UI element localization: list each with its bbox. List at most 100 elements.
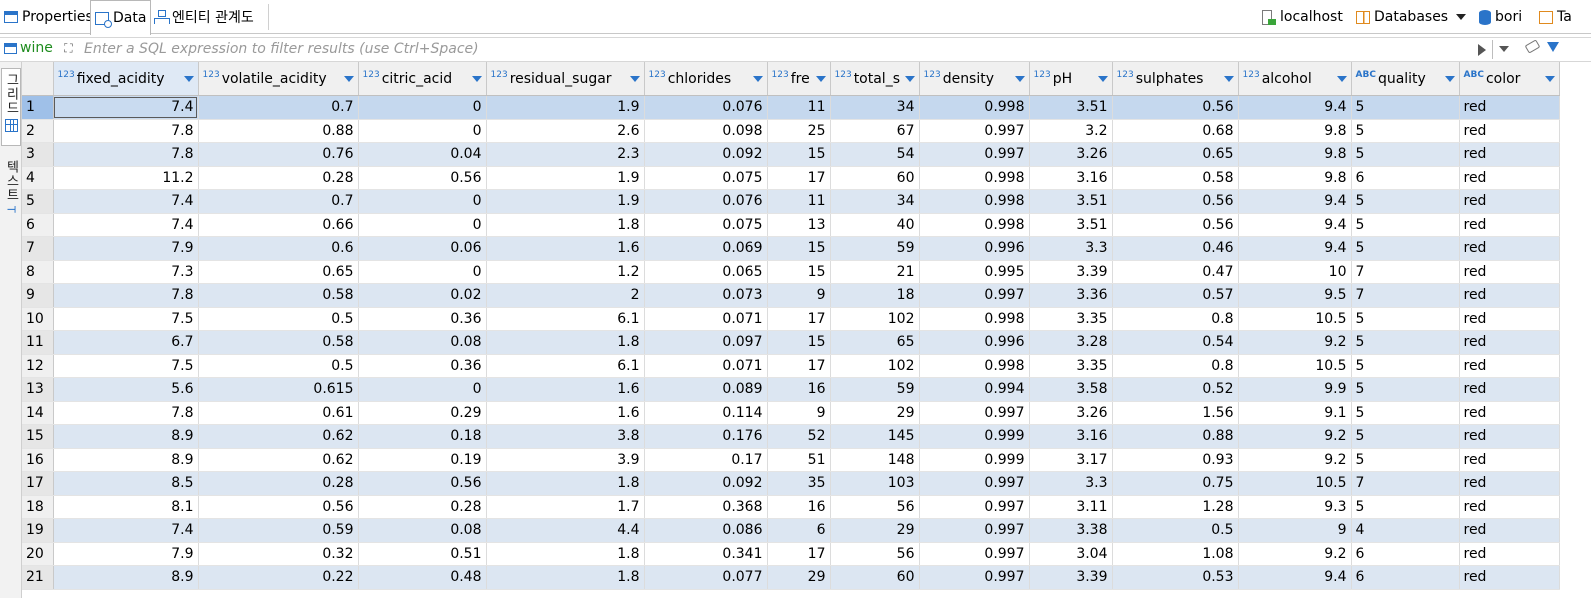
cell-fre[interactable]: 15 xyxy=(767,330,831,355)
cell-quality[interactable]: 6 xyxy=(1351,166,1460,190)
cell-residual-sugar[interactable]: 1.9 xyxy=(486,95,645,120)
database-selector[interactable]: bori xyxy=(1479,0,1522,34)
cell-fixed-acidity[interactable]: 7.8 xyxy=(53,119,199,143)
cell-fixed-acidity[interactable]: 7.8 xyxy=(53,142,199,167)
cell-residual-sugar[interactable]: 1.8 xyxy=(486,330,645,355)
cell-citric-acid[interactable]: 0.02 xyxy=(358,283,487,308)
cell-chlorides[interactable]: 0.076 xyxy=(644,189,768,214)
cell-residual-sugar[interactable]: 2.3 xyxy=(486,142,645,167)
column-header-color[interactable]: ABC color xyxy=(1459,62,1560,96)
cell-chlorides[interactable]: 0.075 xyxy=(644,213,768,237)
column-header-fre[interactable]: 123 fre xyxy=(767,62,831,96)
cell-quality[interactable]: 5 xyxy=(1351,377,1460,402)
cell-sulphates[interactable]: 0.65 xyxy=(1112,142,1239,167)
cell-fre[interactable]: 13 xyxy=(767,213,831,237)
cell-fre[interactable]: 15 xyxy=(767,142,831,167)
cell-citric-acid[interactable]: 0.36 xyxy=(358,307,487,331)
cell-fixed-acidity[interactable]: 7.4 xyxy=(53,518,199,543)
cell-volatile-acidity[interactable]: 0.65 xyxy=(198,260,359,284)
table-row[interactable]: 11 6.7 0.58 0.08 1.8 0.097 15 65 0.996 3.28 0.54 9.… xyxy=(22,330,1560,355)
table-row[interactable]: 6 7.4 0.66 0 1.8 0.075 13 40 0.998 3.51 0.56 9.4 5 re… xyxy=(22,213,1560,237)
row-number[interactable]: 11 xyxy=(22,330,54,355)
cell-quality[interactable]: 5 xyxy=(1351,142,1460,167)
column-header-density[interactable]: 123 density xyxy=(919,62,1030,96)
row-number[interactable]: 20 xyxy=(22,542,54,566)
cell-color[interactable]: red xyxy=(1459,518,1560,543)
row-number[interactable]: 14 xyxy=(22,401,54,425)
cell-residual-sugar[interactable]: 2 xyxy=(486,283,645,308)
row-number[interactable]: 21 xyxy=(22,565,54,590)
cell-fixed-acidity[interactable]: 7.3 xyxy=(53,260,199,284)
table-row[interactable]: 8 7.3 0.65 0 1.2 0.065 15 21 0.995 3.39 0.47 10 7 red xyxy=(22,260,1560,284)
cell-fre[interactable]: 17 xyxy=(767,542,831,566)
cell-residual-sugar[interactable]: 1.9 xyxy=(486,189,645,214)
cell-quality[interactable]: 5 xyxy=(1351,448,1460,472)
cell-alcohol[interactable]: 9.8 xyxy=(1238,166,1352,190)
cell-fre[interactable]: 16 xyxy=(767,495,831,519)
cell-volatile-acidity[interactable]: 0.62 xyxy=(198,448,359,472)
cell-density[interactable]: 0.997 xyxy=(919,495,1030,519)
cell-chlorides[interactable]: 0.071 xyxy=(644,307,768,331)
cell-density[interactable]: 0.997 xyxy=(919,142,1030,167)
table-row[interactable]: 2 7.8 0.88 0 2.6 0.098 25 67 0.997 3.2 0.68 9.8 5 red xyxy=(22,119,1560,143)
cell-pH[interactable]: 3.51 xyxy=(1029,213,1113,237)
cell-color[interactable]: red xyxy=(1459,448,1560,472)
cell-chlorides[interactable]: 0.065 xyxy=(644,260,768,284)
cell-pH[interactable]: 3.36 xyxy=(1029,283,1113,308)
cell-volatile-acidity[interactable]: 0.56 xyxy=(198,495,359,519)
table-row[interactable]: 10 7.5 0.5 0.36 6.1 0.071 17 102 0.998 3.35 0.8 10.… xyxy=(22,307,1560,331)
cell-color[interactable]: red xyxy=(1459,119,1560,143)
row-number[interactable]: 13 xyxy=(22,377,54,402)
cell-chlorides[interactable]: 0.075 xyxy=(644,166,768,190)
cell-density[interactable]: 0.995 xyxy=(919,260,1030,284)
cell-quality[interactable]: 5 xyxy=(1351,495,1460,519)
cell-residual-sugar[interactable]: 3.9 xyxy=(486,448,645,472)
tab-data[interactable]: Data xyxy=(90,0,152,35)
cell-total-s[interactable]: 34 xyxy=(830,95,920,120)
cell-total-s[interactable]: 60 xyxy=(830,166,920,190)
cell-sulphates[interactable]: 0.56 xyxy=(1112,189,1239,214)
cell-total-s[interactable]: 67 xyxy=(830,119,920,143)
table-row[interactable]: 21 8.9 0.22 0.48 1.8 0.077 29 60 0.997 3.39 0.53 9.… xyxy=(22,565,1560,590)
cell-alcohol[interactable]: 9.5 xyxy=(1238,283,1352,308)
cell-fixed-acidity[interactable]: 8.9 xyxy=(53,424,199,449)
cell-volatile-acidity[interactable]: 0.76 xyxy=(198,142,359,167)
cell-fixed-acidity[interactable]: 5.6 xyxy=(53,377,199,402)
expand-filter-icon[interactable]: ⛶ xyxy=(61,41,76,56)
cell-color[interactable]: red xyxy=(1459,401,1560,425)
apply-filter-icon[interactable] xyxy=(1478,44,1486,56)
column-menu-chevron-icon[interactable] xyxy=(1336,75,1347,82)
cell-alcohol[interactable]: 9.2 xyxy=(1238,330,1352,355)
databases-selector[interactable]: Databases xyxy=(1356,0,1467,34)
cell-chlorides[interactable]: 0.341 xyxy=(644,542,768,566)
cell-color[interactable]: red xyxy=(1459,166,1560,190)
cell-color[interactable]: red xyxy=(1459,189,1560,214)
cell-citric-acid[interactable]: 0 xyxy=(358,377,487,402)
cell-fre[interactable]: 9 xyxy=(767,401,831,425)
cell-alcohol[interactable]: 9.3 xyxy=(1238,495,1352,519)
cell-residual-sugar[interactable]: 1.8 xyxy=(486,213,645,237)
cell-residual-sugar[interactable]: 1.6 xyxy=(486,401,645,425)
cell-color[interactable]: red xyxy=(1459,236,1560,261)
cell-chlorides[interactable]: 0.092 xyxy=(644,142,768,167)
cell-pH[interactable]: 3.39 xyxy=(1029,565,1113,590)
cell-pH[interactable]: 3.16 xyxy=(1029,166,1113,190)
cell-sulphates[interactable]: 0.52 xyxy=(1112,377,1239,402)
cell-total-s[interactable]: 40 xyxy=(830,213,920,237)
cell-total-s[interactable]: 18 xyxy=(830,283,920,308)
cell-sulphates[interactable]: 0.8 xyxy=(1112,354,1239,378)
cell-fre[interactable]: 25 xyxy=(767,119,831,143)
column-menu-chevron-icon[interactable] xyxy=(904,75,915,82)
cell-fre[interactable]: 15 xyxy=(767,260,831,284)
table-row[interactable]: 4 11.2 0.28 0.56 1.9 0.075 17 60 0.998 3.16 0.58 9.… xyxy=(22,166,1560,190)
cell-fre[interactable]: 11 xyxy=(767,95,831,120)
cell-total-s[interactable]: 29 xyxy=(830,518,920,543)
cell-pH[interactable]: 3.58 xyxy=(1029,377,1113,402)
cell-chlorides[interactable]: 0.071 xyxy=(644,354,768,378)
cell-residual-sugar[interactable]: 6.1 xyxy=(486,307,645,331)
cell-citric-acid[interactable]: 0.51 xyxy=(358,542,487,566)
cell-color[interactable]: red xyxy=(1459,471,1560,496)
row-number[interactable]: 1 xyxy=(22,95,54,120)
cell-density[interactable]: 0.997 xyxy=(919,283,1030,308)
cell-fre[interactable]: 52 xyxy=(767,424,831,449)
